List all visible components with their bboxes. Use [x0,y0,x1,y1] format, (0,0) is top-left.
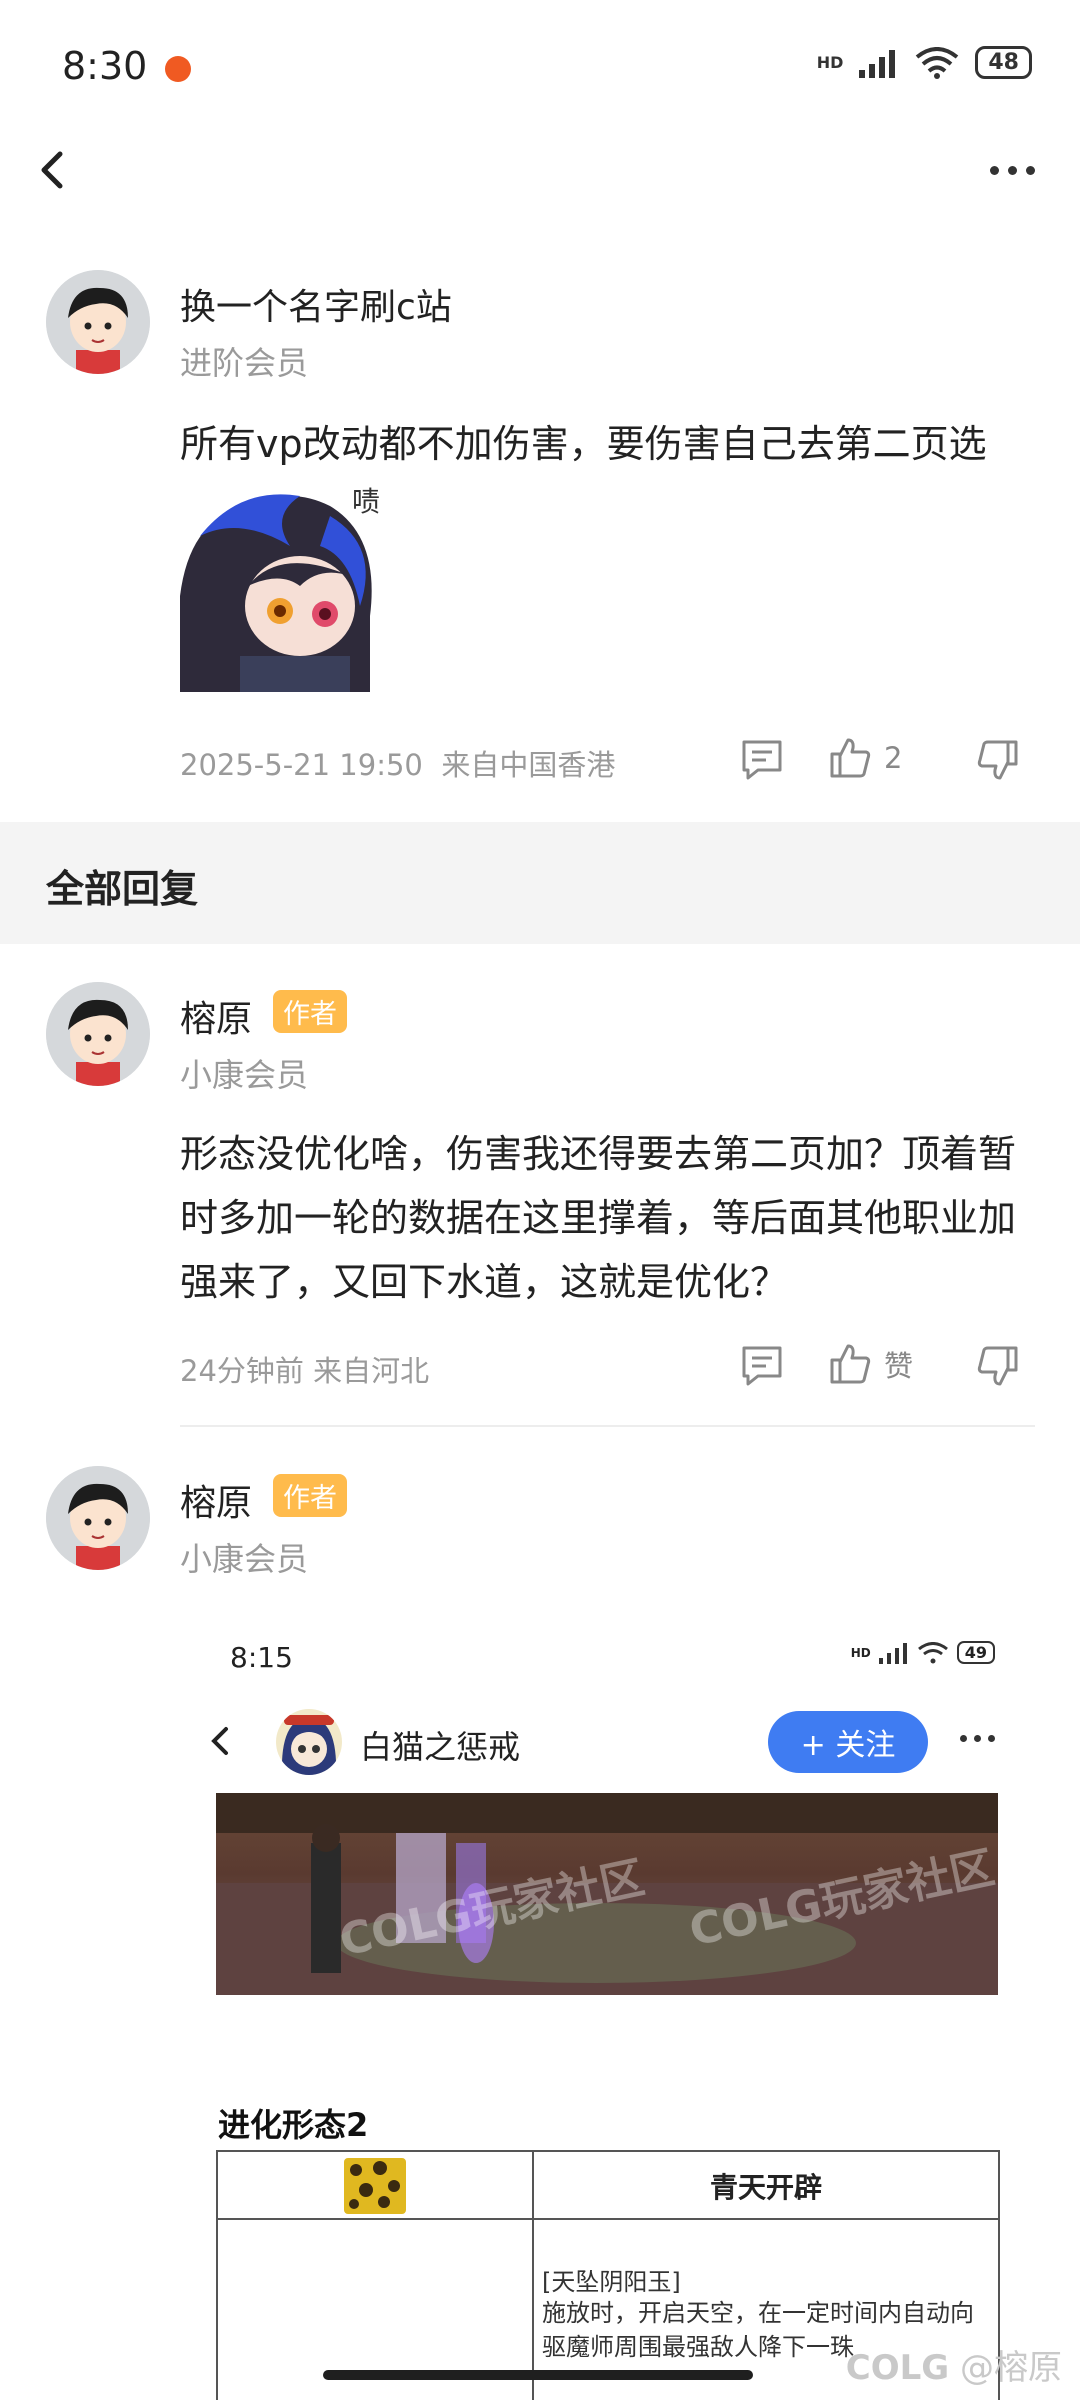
wifi-icon [917,1641,948,1663]
reply-location: 来自河北 [313,1354,430,1388]
thumbs-down-icon [977,1346,1018,1386]
thumbs-up-icon [830,1344,871,1384]
avatar-face-icon [46,270,150,374]
page-watermark: COLG @榕原 [846,2340,1062,2389]
dot-icon [1008,165,1017,175]
like-count: 2 [884,741,903,775]
author-badge: 作者 [273,1474,347,1517]
dot-icon [990,165,999,175]
embedded-back-icon [211,1727,228,1755]
reply-meta: 24分钟前 来自河北 [180,1348,429,1390]
back-button[interactable] [32,140,82,200]
embedded-more-icon [960,1735,995,1742]
reply-user-level: 小康会员 [180,1540,309,1578]
avatar[interactable] [46,982,150,1086]
embedded-game-banner: COLG玩家社区 COLG玩家社区 [216,1793,998,1995]
embedded-status-icons: HD 49 [851,1641,995,1664]
reply-username[interactable]: 榕原 [180,990,252,1042]
more-options-button[interactable] [990,150,1050,190]
reply-time: 24分钟前 [180,1354,304,1388]
embedded-battery: 49 [956,1641,995,1664]
battery-icon: 48 [975,46,1032,79]
post-comment-button[interactable] [740,738,784,780]
reply-user-level: 小康会员 [180,1056,309,1094]
avatar[interactable] [46,270,150,374]
embedded-network: HD [850,1645,871,1660]
skill-name: [天坠阴阳玉] [542,2268,681,2296]
comment-icon [742,740,782,780]
post-text: 所有vp改动都不加伤害，要伤害自己去第二页选 [180,422,987,466]
divider [180,1425,1035,1427]
comment-icon [742,1346,782,1386]
post-timestamp: 2025-5-21 19:50 [180,748,423,782]
post-username[interactable]: 换一个名字刷c站 [180,278,452,330]
post-dislike-button[interactable] [976,738,1020,782]
home-indicator[interactable] [323,2370,753,2380]
post-location: 来自中国香港 [441,748,616,782]
reply-username[interactable]: 榕原 [180,1474,252,1526]
reply-comment-button[interactable] [740,1344,784,1386]
status-icons: HD 48 [817,46,1032,79]
chevron-left-icon [41,151,63,189]
anime-avatar-icon [281,1715,337,1775]
avatar[interactable] [46,1466,150,1570]
embedded-title: 白猫之惩戒 [360,1728,521,1766]
section-title: 全部回复 [46,867,199,911]
reply-screenshot-image[interactable]: 8:15 HD 49 白猫之惩戒 + 关注 COLG玩家社区 COLG玩家社区 … [180,1615,1035,2400]
notification-icon [165,56,191,82]
author-badge: 作者 [273,990,347,1033]
embedded-avatar [276,1709,342,1775]
network-label: HD [816,53,844,72]
signal-icon [878,1642,907,1664]
thumbs-down-icon [977,740,1018,780]
post-like-button[interactable]: 2 [828,736,902,780]
table-header: 青天开辟 [709,2171,822,2204]
table-row-divider [218,2218,998,2220]
embedded-status-time: 8:15 [230,1641,293,1674]
watermark-brand: COLG [845,2348,950,2388]
avatar-face-icon [46,1466,150,1570]
like-label: 赞 [884,1349,914,1383]
reply-like-button[interactable]: 赞 [828,1342,913,1386]
embedded-follow-button: + 关注 [768,1711,928,1773]
signal-icon [859,49,896,78]
leopard-pattern-icon [349,2161,400,2209]
reply-text: 形态没优化啥，伤害我还得要去第二页加？顶着暂时多加一轮的数据在这里撑着，等后面其… [180,1132,1017,1304]
watermark-text: @榕原 [960,2348,1062,2388]
embedded-section-heading: 进化形态2 [218,2106,369,2144]
avatar-face-icon [46,982,150,1086]
dot-icon [1026,165,1035,175]
post-sticker-image[interactable]: 啧 [180,476,396,692]
skill-icon [344,2158,406,2214]
post-meta: 2025-5-21 19:50 来自中国香港 [180,742,615,784]
sticker-caption: 啧 [352,485,381,518]
thumbs-up-icon [830,738,871,778]
post-user-level: 进阶会员 [180,344,309,382]
wifi-icon [916,46,959,79]
status-time: 8:30 [62,44,148,88]
reply-dislike-button[interactable] [976,1344,1020,1388]
